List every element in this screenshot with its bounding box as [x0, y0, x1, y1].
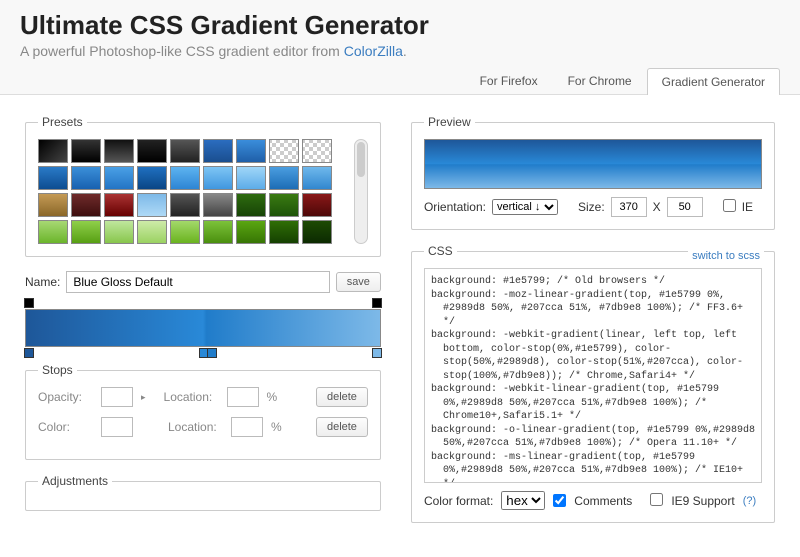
size-x: X	[653, 200, 661, 214]
name-input[interactable]	[66, 271, 329, 293]
preview-panel: Preview Orientation: vertical ↓ Size: X …	[411, 115, 775, 230]
preset-swatch[interactable]	[203, 193, 233, 217]
adjustments-panel: Adjustments	[25, 474, 381, 511]
ie9-checkbox[interactable]	[650, 493, 663, 506]
comments-label: Comments	[574, 494, 632, 508]
switch-scss-link[interactable]: switch to scss	[688, 250, 764, 262]
location-label-1: Location:	[164, 390, 219, 404]
location-label-2: Location:	[168, 420, 223, 434]
preset-swatch[interactable]	[170, 220, 200, 244]
orientation-label: Orientation:	[424, 200, 486, 214]
preset-swatch[interactable]	[38, 220, 68, 244]
preview-box	[424, 139, 762, 189]
preview-legend: Preview	[424, 115, 475, 129]
color-format-label: Color format:	[424, 494, 493, 508]
preset-swatch[interactable]	[104, 166, 134, 190]
gradient-editor	[25, 309, 381, 347]
presets-legend: Presets	[38, 115, 87, 129]
opacity-stop-left[interactable]	[24, 298, 34, 308]
color-location-input[interactable]	[231, 417, 263, 437]
color-stop-1[interactable]	[24, 348, 34, 358]
page-title: Ultimate CSS Gradient Generator	[20, 10, 780, 41]
preset-swatch[interactable]	[236, 220, 266, 244]
adjustments-legend: Adjustments	[38, 474, 112, 488]
tab-chrome[interactable]: For Chrome	[553, 67, 647, 94]
preset-swatch[interactable]	[302, 166, 332, 190]
preset-swatch[interactable]	[170, 166, 200, 190]
tab-firefox[interactable]: For Firefox	[465, 67, 553, 94]
preset-swatch[interactable]	[236, 166, 266, 190]
css-panel: CSS switch to scss background: #1e5799; …	[411, 244, 775, 523]
preset-swatch[interactable]	[137, 193, 167, 217]
preset-swatches	[38, 139, 348, 244]
preset-swatch[interactable]	[236, 139, 266, 163]
stops-legend: Stops	[38, 363, 77, 377]
presets-panel: Presets	[25, 115, 381, 257]
preset-swatch[interactable]	[269, 166, 299, 190]
orientation-select[interactable]: vertical ↓	[492, 199, 558, 215]
preset-swatch[interactable]	[71, 193, 101, 217]
opacity-location-input[interactable]	[227, 387, 259, 407]
size-height-input[interactable]	[667, 197, 703, 217]
stops-panel: Stops Opacity: ▸ Location: % delete Colo…	[25, 363, 381, 460]
preset-swatch[interactable]	[38, 193, 68, 217]
save-button[interactable]: save	[336, 272, 381, 292]
preset-swatch[interactable]	[269, 193, 299, 217]
preset-swatch[interactable]	[302, 193, 332, 217]
preset-swatch[interactable]	[269, 139, 299, 163]
preset-swatch[interactable]	[137, 139, 167, 163]
preset-swatch[interactable]	[71, 139, 101, 163]
size-label: Size:	[578, 200, 605, 214]
preset-swatch[interactable]	[38, 166, 68, 190]
colorzilla-link[interactable]: ColorZilla	[344, 43, 403, 59]
preset-swatch[interactable]	[104, 220, 134, 244]
preset-swatch[interactable]	[203, 220, 233, 244]
size-width-input[interactable]	[611, 197, 647, 217]
ie-label: IE	[742, 200, 753, 214]
scroll-thumb[interactable]	[357, 142, 365, 177]
color-stop-4[interactable]	[372, 348, 382, 358]
preset-swatch[interactable]	[302, 139, 332, 163]
name-label: Name:	[25, 275, 60, 289]
preset-swatch[interactable]	[104, 139, 134, 163]
color-label: Color:	[38, 420, 93, 434]
preset-swatch[interactable]	[38, 139, 68, 163]
preset-swatch[interactable]	[71, 220, 101, 244]
gradient-track[interactable]	[25, 309, 381, 347]
css-legend: CSS	[424, 244, 457, 258]
ie9-label: IE9 Support	[671, 494, 734, 508]
delete-color-button[interactable]: delete	[316, 417, 368, 437]
opacity-input[interactable]	[101, 387, 133, 407]
opacity-stepper-icon[interactable]: ▸	[141, 392, 146, 403]
css-output[interactable]: background: #1e5799; /* Old browsers */ …	[424, 268, 762, 483]
preset-swatch[interactable]	[104, 193, 134, 217]
ie-checkbox[interactable]	[723, 199, 736, 212]
delete-opacity-button[interactable]: delete	[316, 387, 368, 407]
preset-swatch[interactable]	[137, 166, 167, 190]
color-format-select[interactable]: hex	[501, 491, 545, 510]
preset-swatch[interactable]	[203, 166, 233, 190]
tab-gradient-generator[interactable]: Gradient Generator	[647, 68, 780, 95]
preset-swatch[interactable]	[236, 193, 266, 217]
ie9-help-icon[interactable]: (?)	[743, 495, 756, 507]
color-input[interactable]	[101, 417, 133, 437]
opacity-stop-right[interactable]	[372, 298, 382, 308]
preset-swatch[interactable]	[203, 139, 233, 163]
preset-swatch[interactable]	[269, 220, 299, 244]
preset-swatch[interactable]	[170, 193, 200, 217]
preset-swatch[interactable]	[302, 220, 332, 244]
preset-swatch[interactable]	[170, 139, 200, 163]
color-stop-3[interactable]	[207, 348, 217, 358]
opacity-label: Opacity:	[38, 390, 93, 404]
page-header: Ultimate CSS Gradient Generator A powerf…	[0, 0, 800, 95]
presets-scrollbar[interactable]	[354, 139, 368, 244]
nav-tabs: For Firefox For Chrome Gradient Generato…	[20, 67, 780, 94]
preset-swatch[interactable]	[71, 166, 101, 190]
comments-checkbox[interactable]	[553, 494, 566, 507]
preset-swatch[interactable]	[137, 220, 167, 244]
page-subtitle: A powerful Photoshop-like CSS gradient e…	[20, 43, 780, 59]
name-row: Name: save	[25, 271, 381, 293]
